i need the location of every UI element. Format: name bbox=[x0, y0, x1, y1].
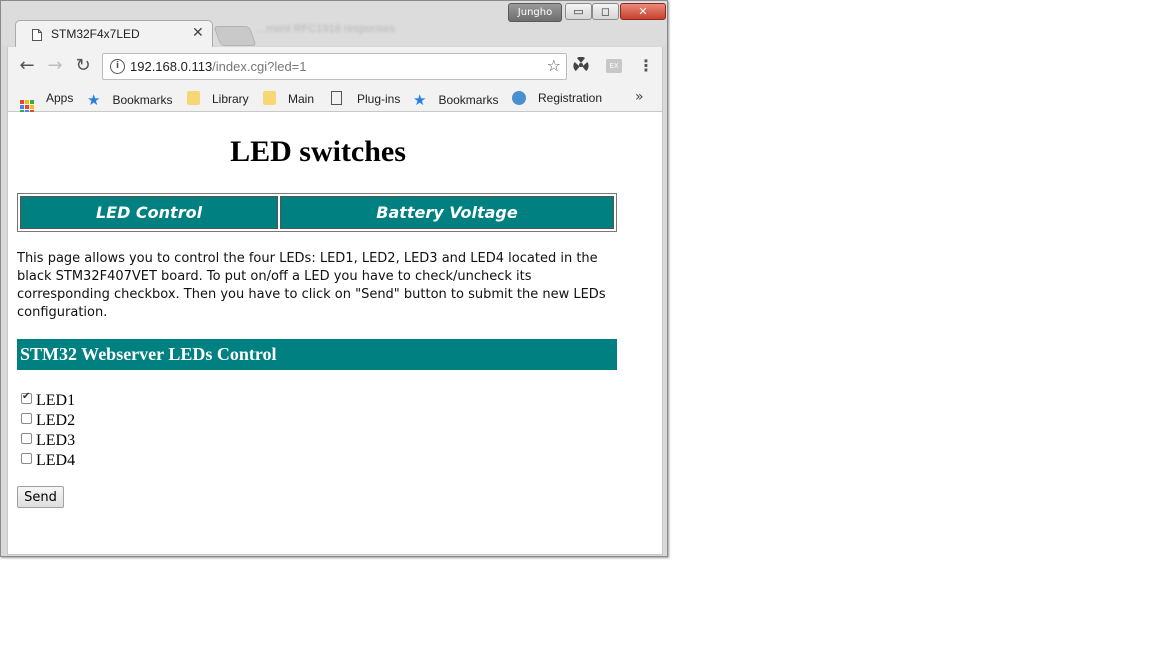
page-title: LED switches bbox=[230, 135, 406, 168]
globe-icon bbox=[512, 91, 526, 105]
bookmark-star-icon[interactable]: ☆ bbox=[547, 56, 561, 75]
bookmark-label: Library bbox=[212, 92, 249, 106]
extension-icon[interactable]: EX bbox=[606, 59, 622, 73]
page-icon bbox=[331, 91, 342, 105]
blurred-background-text: ...ment RFC1918 responses bbox=[257, 23, 395, 35]
star-icon: ★ bbox=[413, 92, 427, 109]
more-bookmarks-icon[interactable]: » bbox=[635, 89, 644, 105]
title-bar: Jungho ▭ ◻ ✕ STM32F4x7LED ✕ ...ment RFC1… bbox=[1, 1, 667, 48]
led-label: LED4 bbox=[36, 452, 76, 469]
led1-checkbox[interactable] bbox=[21, 391, 32, 404]
page-description: This page allows you to control the four… bbox=[17, 251, 606, 320]
bookmark-apps[interactable]: Apps bbox=[20, 91, 73, 114]
bookmark-label: Plug-ins bbox=[357, 92, 401, 106]
bookmark-registration[interactable]: Registration bbox=[512, 91, 602, 105]
led-label: LED3 bbox=[36, 432, 76, 449]
page-icon bbox=[32, 29, 42, 41]
nav-table: LED Control Battery Voltage bbox=[17, 193, 617, 232]
bookmark-bookmarks-2[interactable]: ★ Bookmarks bbox=[413, 91, 498, 109]
url-path: /index.cgi?led=1 bbox=[212, 59, 307, 74]
new-tab-button[interactable] bbox=[213, 26, 257, 46]
maximize-button[interactable]: ◻ bbox=[592, 3, 619, 20]
bookmark-main[interactable]: Main bbox=[263, 91, 314, 106]
browser-window: Jungho ▭ ◻ ✕ STM32F4x7LED ✕ ...ment RFC1… bbox=[0, 0, 668, 557]
tab-close-icon[interactable]: ✕ bbox=[192, 25, 204, 41]
address-bar[interactable]: i 192.168.0.113/index.cgi?led=1 ☆ bbox=[102, 53, 567, 80]
menu-dots-icon[interactable]: ⋮ bbox=[638, 56, 654, 75]
led-checkbox-list: LED1 LED2 LED3 LED4 bbox=[21, 391, 75, 471]
nav-led-control[interactable]: LED Control bbox=[20, 196, 278, 229]
led-row-2: LED2 bbox=[21, 411, 75, 431]
nav-battery-voltage[interactable]: Battery Voltage bbox=[280, 196, 614, 229]
led3-checkbox[interactable] bbox=[21, 432, 32, 444]
bookmark-label: Main bbox=[288, 92, 315, 106]
forward-arrow-icon[interactable]: → bbox=[44, 55, 66, 77]
folder-icon bbox=[263, 91, 276, 105]
radiation-extension-icon[interactable] bbox=[573, 57, 589, 73]
toolbar: ← → ↻ i 192.168.0.113/index.cgi?led=1 ☆ … bbox=[7, 47, 663, 87]
minimize-button[interactable]: ▭ bbox=[565, 3, 592, 20]
led-row-1: LED1 bbox=[21, 391, 75, 411]
bookmarks-bar: Apps ★ Bookmarks Library Main Plug-ins ★ B… bbox=[7, 87, 663, 114]
bookmark-bookmarks-1[interactable]: ★ Bookmarks bbox=[87, 91, 172, 109]
section-heading: STM32 Webserver LEDs Control bbox=[17, 339, 617, 370]
reload-icon[interactable]: ↻ bbox=[72, 55, 94, 77]
url-text[interactable]: 192.168.0.113/index.cgi?led=1 bbox=[130, 59, 307, 74]
close-window-button[interactable]: ✕ bbox=[620, 3, 666, 20]
tab-active[interactable]: STM32F4x7LED ✕ bbox=[15, 20, 213, 48]
send-button[interactable]: Send bbox=[17, 486, 64, 508]
bookmark-label: Registration bbox=[538, 91, 603, 105]
folder-icon bbox=[187, 91, 200, 105]
led-label: LED1 bbox=[36, 392, 76, 409]
info-icon[interactable]: i bbox=[110, 59, 125, 74]
led-row-3: LED3 bbox=[21, 431, 75, 451]
bookmark-label: Bookmarks bbox=[438, 93, 499, 107]
profile-badge[interactable]: Jungho bbox=[508, 3, 562, 22]
bookmark-library[interactable]: Library bbox=[187, 91, 249, 106]
tab-title: STM32F4x7LED bbox=[51, 27, 140, 41]
bookmark-label: Bookmarks bbox=[112, 93, 173, 107]
page-content: LED switches LED Control Battery Voltage… bbox=[7, 112, 663, 555]
url-host: 192.168.0.113 bbox=[130, 59, 213, 74]
led2-checkbox[interactable] bbox=[21, 412, 32, 424]
star-icon: ★ bbox=[87, 92, 101, 109]
bookmark-label: Apps bbox=[46, 91, 74, 105]
led-row-4: LED4 bbox=[21, 451, 75, 471]
led-label: LED2 bbox=[36, 412, 76, 429]
back-arrow-icon[interactable]: ← bbox=[16, 55, 38, 77]
led4-checkbox[interactable] bbox=[21, 452, 32, 464]
bookmark-plugins[interactable]: Plug-ins bbox=[331, 91, 400, 106]
